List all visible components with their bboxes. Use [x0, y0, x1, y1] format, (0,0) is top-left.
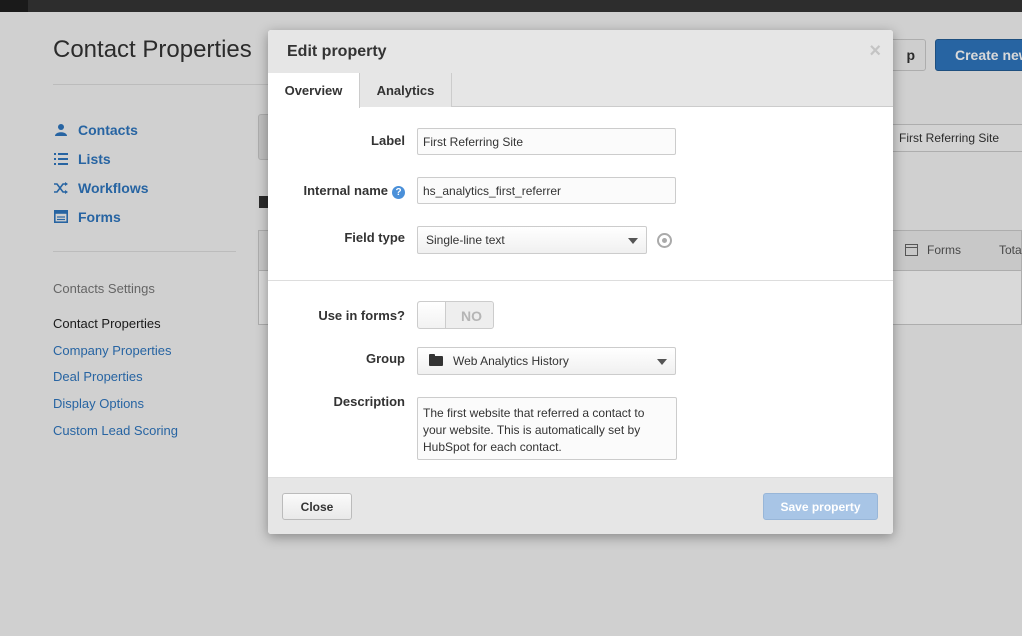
- toggle-state-label: NO: [461, 308, 482, 324]
- edit-property-modal: Edit property × Overview Analytics Label…: [268, 30, 893, 534]
- internal-name-text: Internal name: [303, 183, 388, 198]
- chevron-down-icon: [628, 238, 638, 244]
- section-divider: [268, 280, 893, 281]
- description-label: Description: [333, 394, 405, 409]
- save-property-button[interactable]: Save property: [763, 493, 878, 520]
- field-type-select[interactable]: Single-line text: [417, 226, 647, 254]
- close-button[interactable]: Close: [282, 493, 352, 520]
- close-icon[interactable]: ×: [869, 40, 881, 63]
- chevron-down-icon: [657, 359, 667, 365]
- tab-overview[interactable]: Overview: [268, 73, 360, 108]
- gear-icon[interactable]: [657, 233, 672, 248]
- modal-title: Edit property: [287, 43, 387, 60]
- toggle-knob: [418, 302, 446, 328]
- label-input[interactable]: First Referring Site: [417, 128, 676, 155]
- modal-header: Edit property ×: [268, 30, 893, 73]
- group-value: Web Analytics History: [453, 354, 569, 368]
- label-field-label: Label: [371, 133, 405, 148]
- modal-tabs: Overview Analytics: [268, 73, 893, 108]
- help-icon[interactable]: ?: [392, 186, 405, 199]
- top-bar-logo-area: [0, 0, 28, 12]
- field-type-value: Single-line text: [426, 233, 505, 247]
- group-select[interactable]: Web Analytics History: [417, 347, 676, 375]
- modal-footer: Close Save property: [268, 477, 893, 534]
- top-navigation-bar: [0, 0, 1022, 12]
- internal-name-input[interactable]: hs_analytics_first_referrer: [417, 177, 676, 204]
- group-label: Group: [366, 351, 405, 366]
- description-textarea[interactable]: The first website that referred a contac…: [417, 397, 677, 460]
- folder-icon: [429, 354, 443, 366]
- use-in-forms-toggle[interactable]: NO: [417, 301, 494, 329]
- tab-analytics[interactable]: Analytics: [360, 73, 452, 107]
- field-type-label: Field type: [344, 230, 405, 245]
- internal-name-label: Internal name?: [268, 183, 405, 199]
- use-in-forms-label: Use in forms?: [318, 308, 405, 323]
